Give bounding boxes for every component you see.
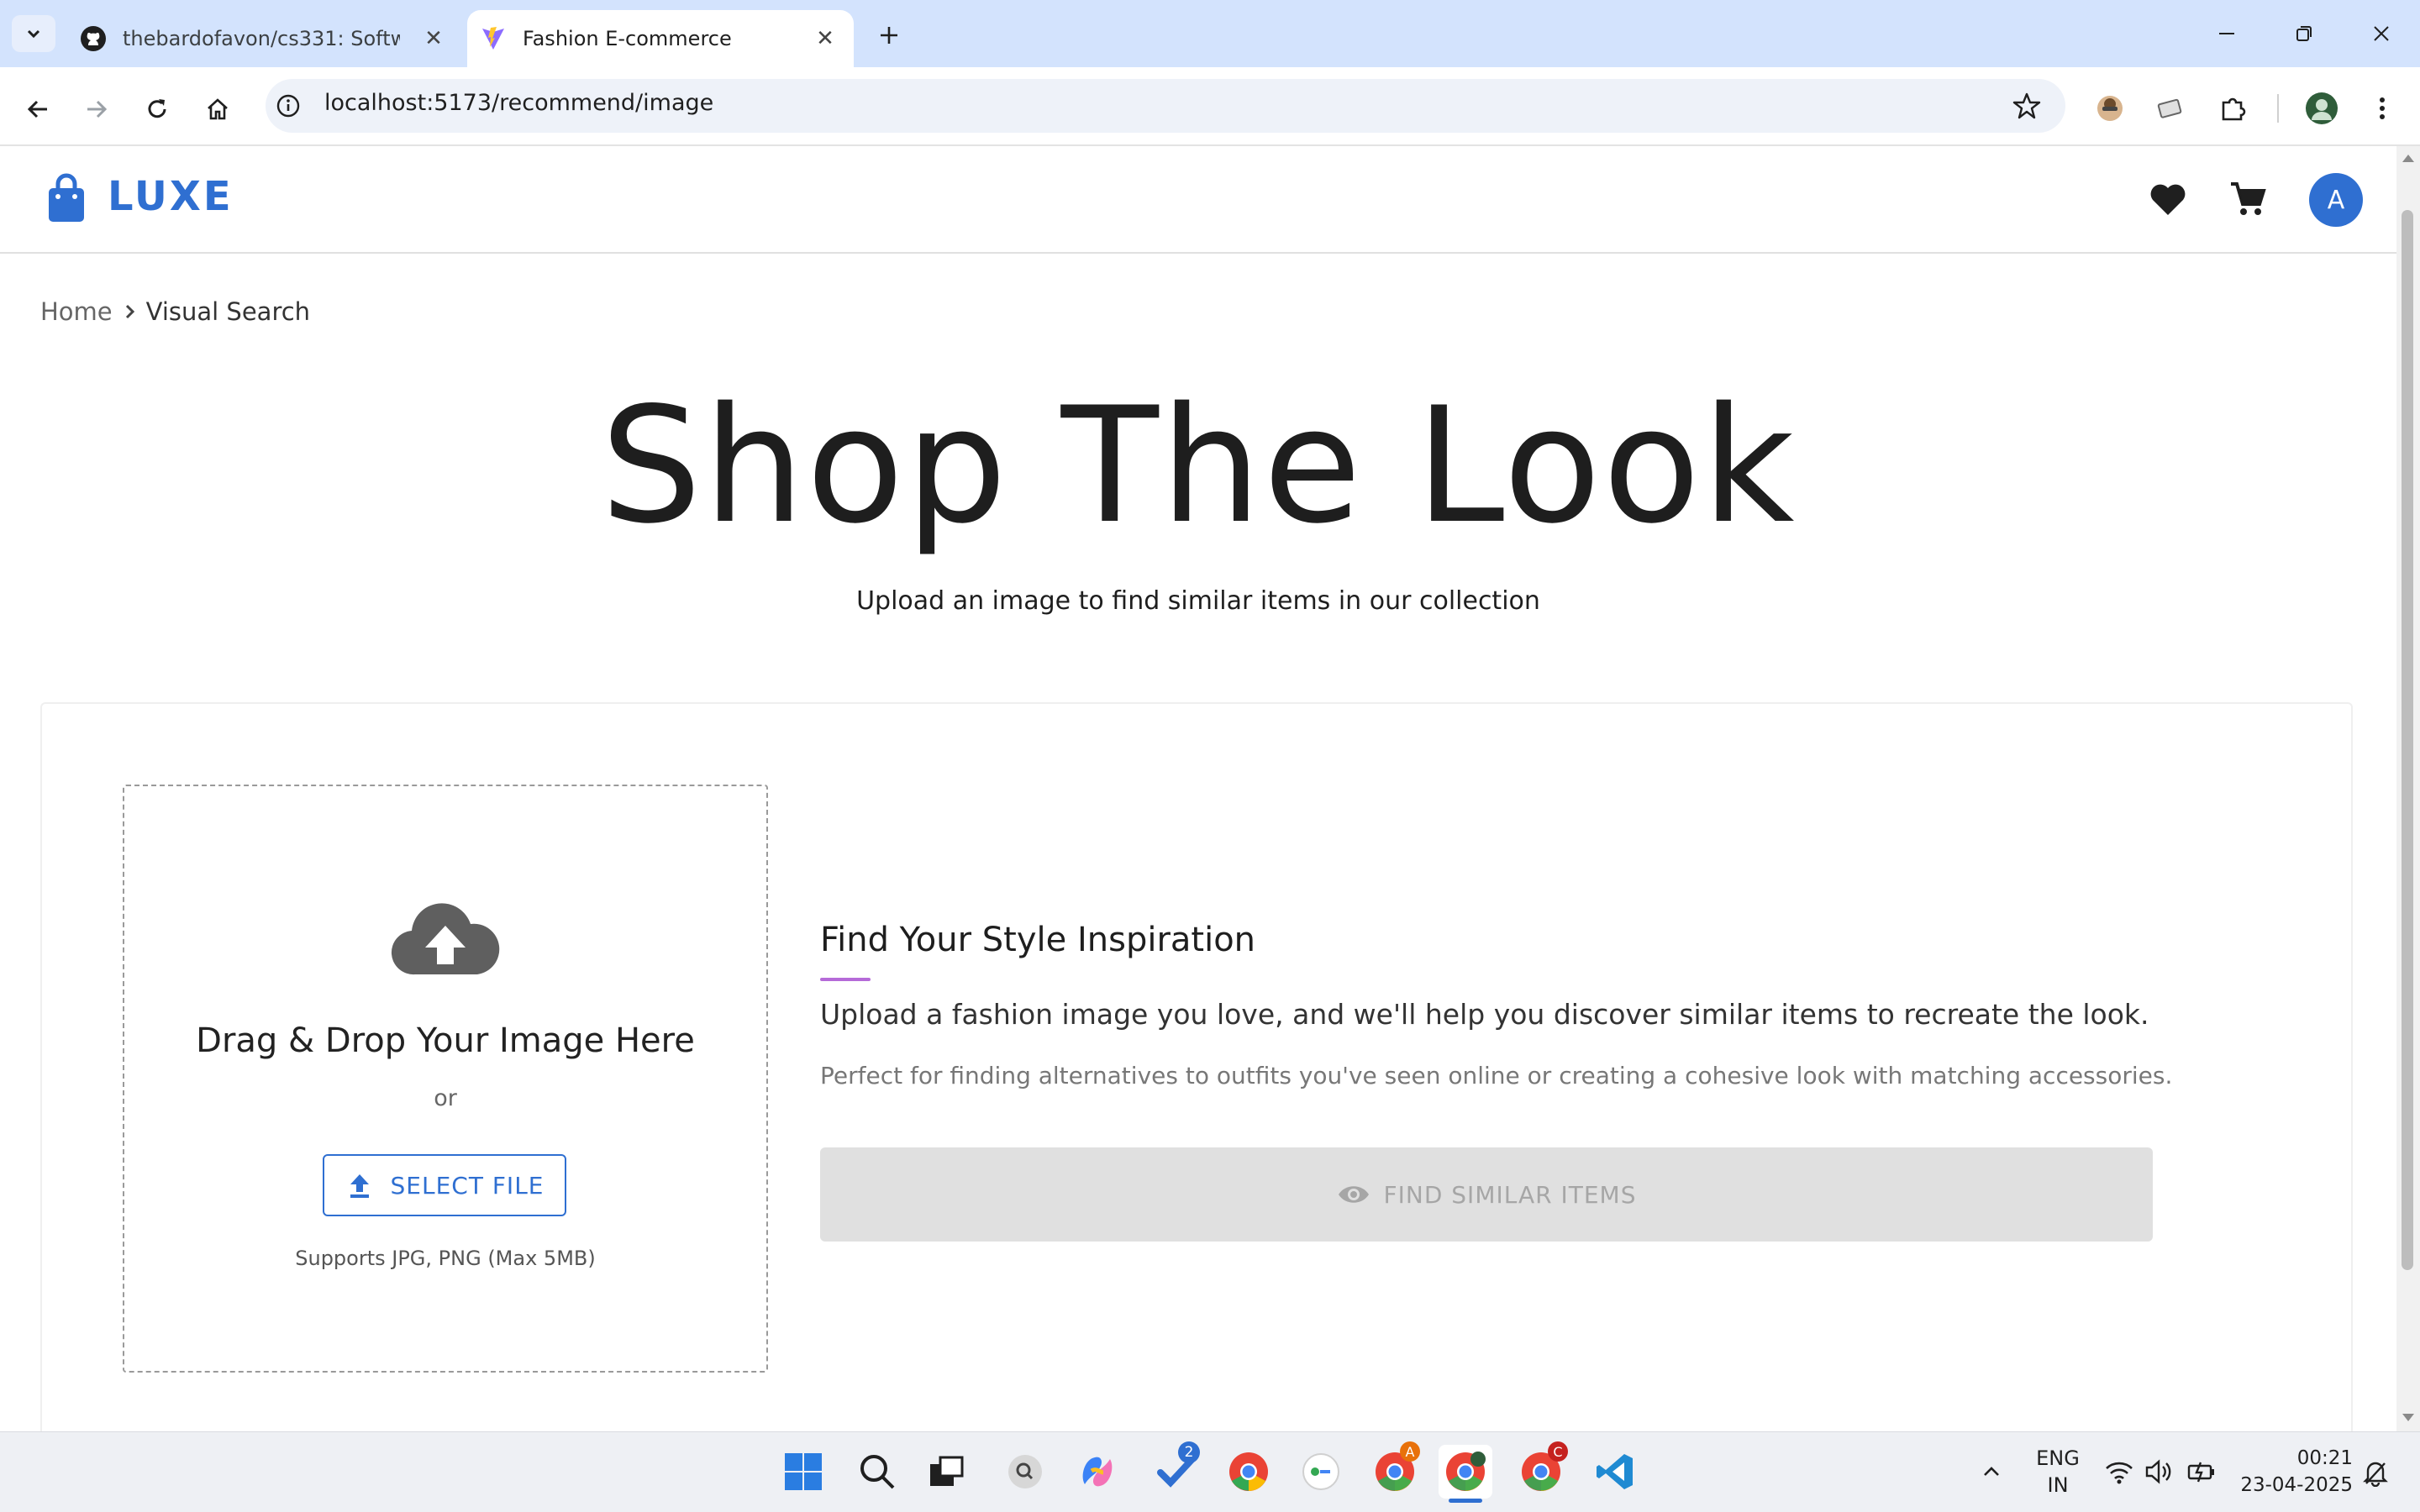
site-info-icon[interactable]	[276, 93, 302, 120]
cart-icon[interactable]	[2228, 180, 2267, 218]
breadcrumb-home-link[interactable]: Home	[40, 297, 113, 326]
search-icon[interactable]	[850, 1445, 904, 1499]
upload-arrow-icon	[350, 1174, 369, 1198]
shopping-bag-icon[interactable]	[45, 173, 89, 223]
image-dropzone[interactable]	[123, 785, 768, 1373]
dropzone-title: Drag & Drop Your Image Here	[196, 1021, 695, 1060]
inspiration-heading: Find Your Style Inspiration	[820, 921, 1256, 959]
battery-icon[interactable]	[2186, 1458, 2217, 1485]
inspiration-lead: Upload a fashion image you love, and we'…	[820, 998, 2149, 1031]
page-title: Shop The Look	[600, 373, 1797, 559]
tab-search-button[interactable]	[12, 15, 55, 52]
tab-title: thebardofavon/cs331: Software	[123, 27, 400, 50]
close-window-button[interactable]	[2358, 13, 2405, 54]
chrome-profile-c-badge: C	[1548, 1441, 1568, 1462]
close-tab-icon[interactable]: ✕	[810, 24, 840, 54]
user-avatar[interactable]: A	[2309, 173, 2363, 227]
toolbar-divider	[2277, 94, 2279, 123]
notification-bell-icon[interactable]	[2361, 1458, 2390, 1488]
home-button[interactable]	[197, 88, 239, 130]
language-secondary: IN	[2047, 1473, 2069, 1497]
active-app-indicator	[1449, 1499, 1482, 1503]
clock-time: 00:21	[2296, 1447, 2353, 1469]
breadcrumb-current: Visual Search	[145, 297, 311, 326]
site-logo[interactable]: LUXE	[108, 173, 234, 220]
chrome-icon[interactable]	[1222, 1445, 1276, 1499]
scroll-up-icon[interactable]	[2400, 151, 2417, 165]
chrome-profile-a-badge: A	[1400, 1441, 1420, 1462]
chevron-down-icon	[27, 29, 40, 39]
cloud-upload-icon	[390, 897, 501, 978]
inspiration-description: Perfect for finding alternatives to outf…	[820, 1062, 2173, 1089]
extensions-puzzle-icon[interactable]	[2212, 87, 2254, 129]
tab-title: Fashion E-commerce	[523, 27, 732, 50]
site-header	[0, 146, 2396, 254]
volume-icon[interactable]	[2144, 1458, 2175, 1485]
tray-chevron-up-icon[interactable]	[1978, 1460, 2005, 1483]
search-app-icon[interactable]	[998, 1445, 1052, 1499]
copilot-icon[interactable]	[1071, 1445, 1124, 1499]
browser-tab-github[interactable]: thebardofavon/cs331: Software ✕	[67, 10, 462, 67]
back-button[interactable]	[17, 88, 59, 130]
browser-tab-fashion[interactable]: Fashion E-commerce ✕	[467, 10, 854, 67]
breadcrumb: Home Visual Search	[40, 297, 310, 326]
restore-icon	[2296, 26, 2312, 41]
find-similar-items-button[interactable]: FIND SIMILAR ITEMS	[820, 1147, 2153, 1242]
start-button-icon[interactable]	[776, 1445, 830, 1499]
select-file-label: SELECT FILE	[390, 1171, 544, 1200]
close-tab-icon[interactable]: ✕	[418, 24, 449, 54]
language-primary: ENG	[2036, 1446, 2080, 1470]
home-icon	[208, 98, 228, 120]
extension-card-icon[interactable]	[2149, 87, 2191, 129]
forward-button[interactable]	[76, 88, 118, 130]
supported-formats-note: Supports JPG, PNG (Max 5MB)	[295, 1247, 596, 1270]
input-language[interactable]: ENG IN	[2020, 1445, 2096, 1499]
select-file-button[interactable]: SELECT FILE	[323, 1154, 566, 1216]
restore-button[interactable]	[2281, 13, 2328, 54]
vite-icon	[479, 24, 508, 53]
profile-avatar-icon[interactable]	[2301, 87, 2343, 129]
vscode-icon[interactable]	[1588, 1445, 1642, 1499]
wishlist-heart-icon[interactable]	[2149, 181, 2188, 218]
system-clock[interactable]: 00:21 23-04-2025	[2218, 1445, 2353, 1499]
minimize-icon	[2219, 33, 2234, 34]
authenticator-icon[interactable]	[1294, 1445, 1348, 1499]
clock-date: 23-04-2025	[2240, 1474, 2353, 1496]
minimize-button[interactable]	[2203, 13, 2250, 54]
todo-badge: 2	[1178, 1441, 1200, 1463]
extension-avatar-icon[interactable]	[2089, 87, 2131, 129]
new-tab-button[interactable]	[871, 17, 908, 54]
eye-icon	[1338, 1186, 1369, 1203]
page-subtitle: Upload an image to find similar items in…	[856, 586, 1540, 616]
plus-icon	[881, 27, 897, 44]
scrollbar-thumb[interactable]	[2402, 210, 2413, 1270]
url-text[interactable]: localhost:5173/recommend/image	[324, 90, 713, 116]
browser-menu-icon[interactable]	[2361, 87, 2403, 129]
reload-icon	[148, 99, 166, 118]
close-icon	[2374, 26, 2389, 41]
arrow-right-icon	[87, 100, 108, 118]
github-icon	[79, 24, 108, 53]
wifi-icon[interactable]	[2104, 1458, 2134, 1485]
find-similar-items-label: FIND SIMILAR ITEMS	[1383, 1180, 1637, 1209]
task-view-icon[interactable]	[919, 1445, 973, 1499]
dropzone-or: or	[434, 1085, 457, 1111]
scroll-down-icon[interactable]	[2400, 1411, 2417, 1425]
bookmark-star-icon[interactable]	[2012, 91, 2042, 121]
chevron-right-icon	[125, 304, 134, 319]
chrome-active-icon[interactable]	[1439, 1445, 1492, 1499]
reload-button[interactable]	[136, 88, 178, 130]
heading-underline	[820, 978, 871, 981]
arrow-left-icon	[27, 100, 47, 118]
